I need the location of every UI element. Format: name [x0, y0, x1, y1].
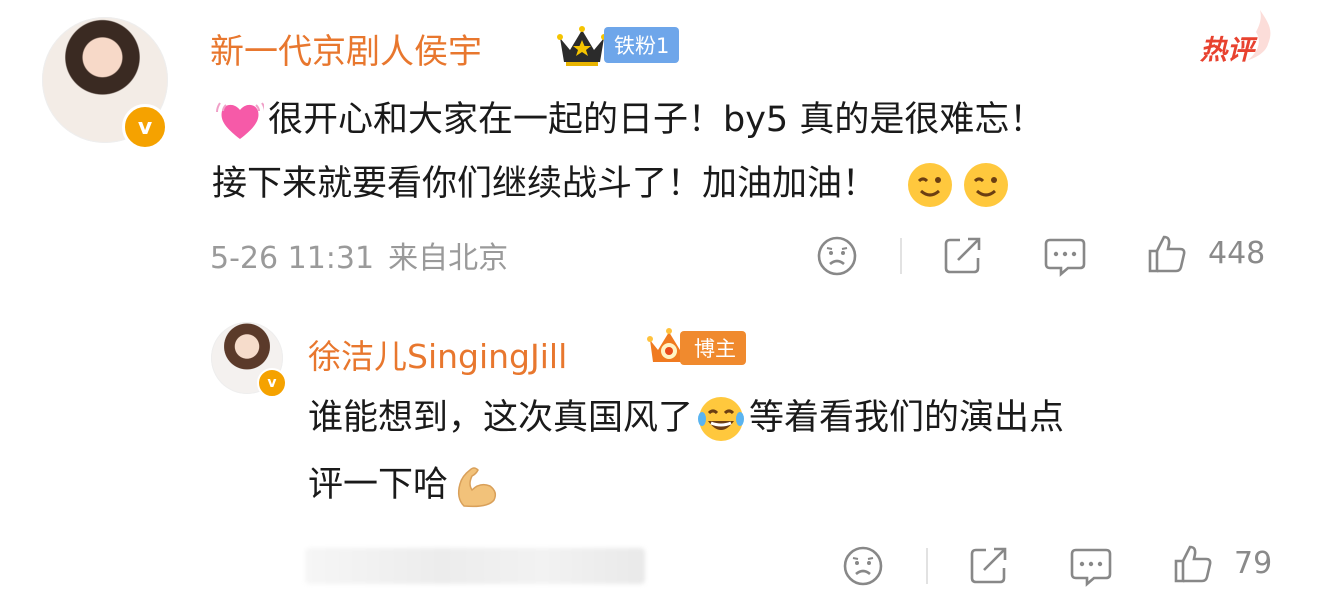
like-count: 448 [1208, 236, 1266, 271]
reply-text-1b: 等着看我们的演出点 [749, 398, 1065, 438]
reply-text-line2: 评一下哈 [308, 454, 504, 516]
share-icon[interactable] [968, 544, 1010, 586]
comment-icon[interactable] [1070, 546, 1112, 588]
verified-badge-icon: v [257, 368, 287, 398]
wink-emoji [908, 163, 953, 207]
sad-face-icon[interactable] [842, 545, 884, 587]
thumbs-up-icon[interactable] [1172, 543, 1214, 585]
reply-text-line1: 谁能想到，这次真国风了 等着看我们的演出点 [308, 387, 1064, 449]
flame-icon [1248, 10, 1271, 60]
wink-emoji [964, 163, 1009, 207]
thumbs-up-icon[interactable] [1146, 233, 1188, 275]
comment-text-line2: 接下来就要看你们继续战斗了！加油加油！ [212, 153, 1014, 215]
heart-pulse-emoji [216, 102, 264, 139]
comment-text-1: 很开心和大家在一起的日子！by5 真的是很难忘！ [268, 100, 1045, 140]
author-name[interactable]: 新一代京剧人侯宇 [210, 24, 482, 73]
comment-date: 5-26 11:31 [210, 241, 375, 276]
reply-like-count: 79 [1234, 546, 1273, 581]
comment-text-line1: 很开心和大家在一起的日子！by5 真的是很难忘！ [212, 89, 1044, 151]
comment-icon[interactable] [1044, 236, 1086, 278]
laugh-tears-emoji [698, 397, 745, 441]
crown-icon [557, 26, 607, 66]
share-icon[interactable] [942, 234, 984, 276]
comment-meta: 5-26 11:31 来自北京 [210, 233, 508, 277]
sad-face-icon[interactable] [816, 235, 858, 277]
reply-author-name[interactable]: 徐洁儿SingingJill [308, 330, 567, 378]
flexed-biceps-emoji [457, 467, 497, 508]
comment-location: 来自北京 [388, 241, 509, 276]
fan-level-badge: 铁粉1 [604, 27, 680, 63]
action-divider [900, 238, 902, 274]
blurred-timestamp [305, 548, 645, 584]
verified-badge-icon: v [122, 104, 168, 150]
reply-text-2: 评一下哈 [308, 465, 449, 505]
comment-text-2: 接下来就要看你们继续战斗了！加油加油！ [212, 164, 878, 204]
action-divider [926, 548, 928, 584]
host-badge: 博主 [680, 331, 746, 365]
reply-text-1a: 谁能想到，这次真国风了 [308, 398, 694, 438]
